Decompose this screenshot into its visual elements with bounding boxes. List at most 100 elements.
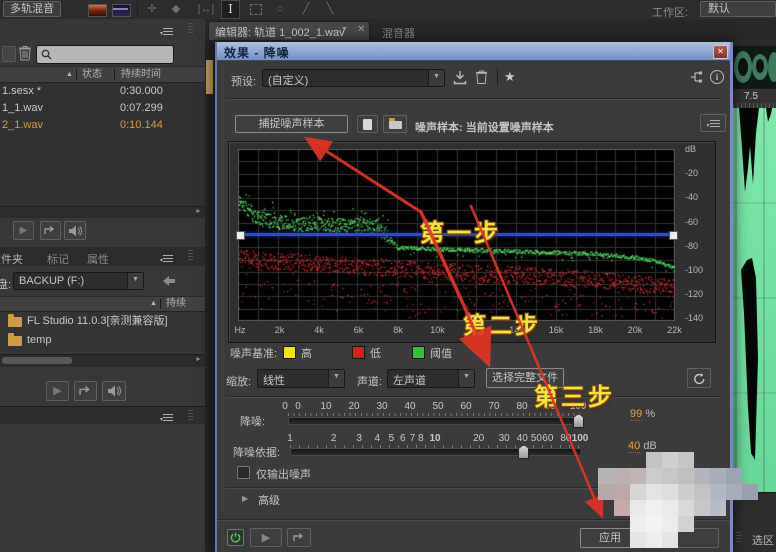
folder-name[interactable]: temp [27,331,51,350]
spectral-view-icon[interactable] [88,4,107,17]
speaker-button[interactable] [64,221,86,240]
file-name[interactable]: 1_1.wav [2,100,43,117]
tab-mixer[interactable]: 混音器 [382,25,415,41]
marquee-tool-icon[interactable] [250,4,262,15]
files-header[interactable]: ▲ 状态 持续时间 [0,66,205,83]
info-icon[interactable]: i [710,70,724,84]
loop-export-button[interactable] [40,221,61,240]
sample-menu-button[interactable]: ▾ [700,114,726,132]
nrby-value[interactable]: 40 dB [628,440,657,452]
tab-folders[interactable]: 文件夹 [0,247,36,266]
panel-grip-3[interactable] [736,532,741,544]
col-status[interactable]: 状态 [82,67,102,82]
threshold-handle-left[interactable] [236,231,245,240]
drive-selector[interactable]: BACKUP (F:) [13,272,144,290]
nr-value[interactable]: 99 % [630,408,655,420]
play-button-2[interactable]: ▶ [46,381,69,401]
search-box[interactable] [36,45,174,64]
output-noise-label: 仅输出噪声 [256,466,311,482]
browser-menu-icon[interactable]: ▾ [160,253,173,265]
folder-icon [389,121,402,129]
timeline-ruler[interactable]: 7.5 [733,88,776,110]
files-hscrollbar[interactable]: ► [0,206,205,218]
editor-strip: 7.5 选区 [733,40,776,552]
advanced-label[interactable]: 高级 [258,492,280,508]
panel-divider[interactable] [205,40,215,552]
multitrack-button[interactable]: 多轨混音 [3,1,61,17]
close-button-covered[interactable] [645,528,719,548]
threshold-handle-right[interactable] [669,231,678,240]
dialog-titlebar[interactable]: 效果 - 降噪 ✕ [217,42,730,61]
folder-row[interactable]: temp [0,331,205,350]
panel-menu-icon[interactable]: ▾ [160,26,173,38]
nr-tick: 0 [295,401,301,412]
speaker-button-2[interactable] [102,381,126,401]
file-row[interactable]: 2_1.wav0:10.144 [0,117,205,134]
delete-preset-icon[interactable] [475,69,488,85]
load-sample-button[interactable] [383,115,407,133]
preset-selector[interactable]: (自定义) [262,69,445,87]
play-button[interactable]: ▶ [13,221,34,240]
tab-markers[interactable]: 标记 [47,251,69,267]
scale-selector[interactable]: 线性 [257,369,345,388]
apply-button[interactable]: 应用 [580,528,640,548]
file-name[interactable]: 1.sesx * [2,83,41,100]
routing-icon[interactable] [689,70,703,84]
advanced-expander-icon[interactable]: ▶ [242,494,248,503]
panel-grip[interactable] [188,23,193,35]
nrby-tick: 60 [542,433,553,444]
workspace-selector[interactable]: 默认 [700,1,776,17]
files-panel-header: ▾ [0,19,205,40]
folder-row[interactable]: FL Studio 11.0.3[亲测兼容版] [0,312,205,331]
scroll-right-icon[interactable]: ► [195,208,202,215]
ibeam-tool-active[interactable]: I [221,0,240,19]
new-file-icon[interactable] [2,46,16,62]
preview-play-button[interactable]: ▶ [250,528,282,547]
save-sample-button[interactable] [357,115,378,133]
move-tool-icon[interactable]: ✛ [144,2,160,17]
tab-editor[interactable]: 编辑器: 轨道 1_002_1.wav ▼ ✕ [208,21,370,40]
col-duration[interactable]: 持续时间 [121,67,161,82]
file-name[interactable]: 2_1.wav [2,117,43,134]
trash-icon[interactable] [18,45,32,61]
scroll-right-icon[interactable]: ► [195,356,202,363]
preview-loop-button[interactable] [287,528,311,547]
col-duration2[interactable]: 持续 [166,297,186,311]
waveform-display[interactable] [733,108,776,492]
browser-header[interactable]: ▲ 持续 [0,296,205,312]
heal-tool-icon[interactable]: ╲ [322,2,338,17]
reset-button[interactable] [687,368,711,388]
waveform-view-icon[interactable] [112,4,131,17]
nrby-slider-track[interactable] [290,448,582,456]
favorite-star-icon[interactable]: ★ [504,69,516,85]
file-row[interactable]: 1.sesx *0:30.000 [0,83,205,100]
folder-name[interactable]: FL Studio 11.0.3[亲测兼容版] [27,312,168,331]
lasso-tool-icon[interactable]: ○ [272,2,288,17]
tab-close-icon[interactable]: ✕ [357,24,365,35]
y-tick-label: -60 [685,217,698,227]
browser-hscrollbar[interactable]: ► [0,354,205,367]
razor-tool-icon[interactable]: ◆ [168,2,184,17]
time-selection-tool-icon[interactable]: |↔| [194,2,218,17]
tab-properties[interactable]: 属性 [87,251,109,267]
selection-panel: 选区 [733,506,776,552]
file-row[interactable]: 1_1.wav0:07.299 [0,100,205,117]
save-preset-icon[interactable] [453,70,467,85]
panel-grip-2[interactable] [188,410,193,422]
media-browser-panel: 盘: BACKUP (F:) ▲ 持续 FL Studio 11.0.3[亲测兼… [0,266,205,368]
back-arrow-icon[interactable] [162,275,176,287]
tab-dropdown-icon[interactable]: ▼ [341,26,348,33]
dialog-close-button[interactable]: ✕ [713,45,728,59]
power-toggle-button[interactable] [227,529,244,546]
loop-export-button-2[interactable] [74,381,97,401]
waveform-overview[interactable] [733,46,776,88]
capture-noise-sample-button[interactable]: 捕捉噪声样本 [235,115,348,133]
browser-grip[interactable] [188,250,193,262]
hscroll-thumb[interactable] [2,357,72,364]
output-noise-checkbox[interactable] [237,466,250,479]
brush-tool-icon[interactable]: ╱ [298,2,314,17]
channel-selector[interactable]: 左声道 [387,369,475,388]
panel-menu-icon-2[interactable]: ▾ [160,412,173,424]
x-tick-label: 4k [314,325,324,335]
nr-slider-track[interactable] [288,417,582,425]
